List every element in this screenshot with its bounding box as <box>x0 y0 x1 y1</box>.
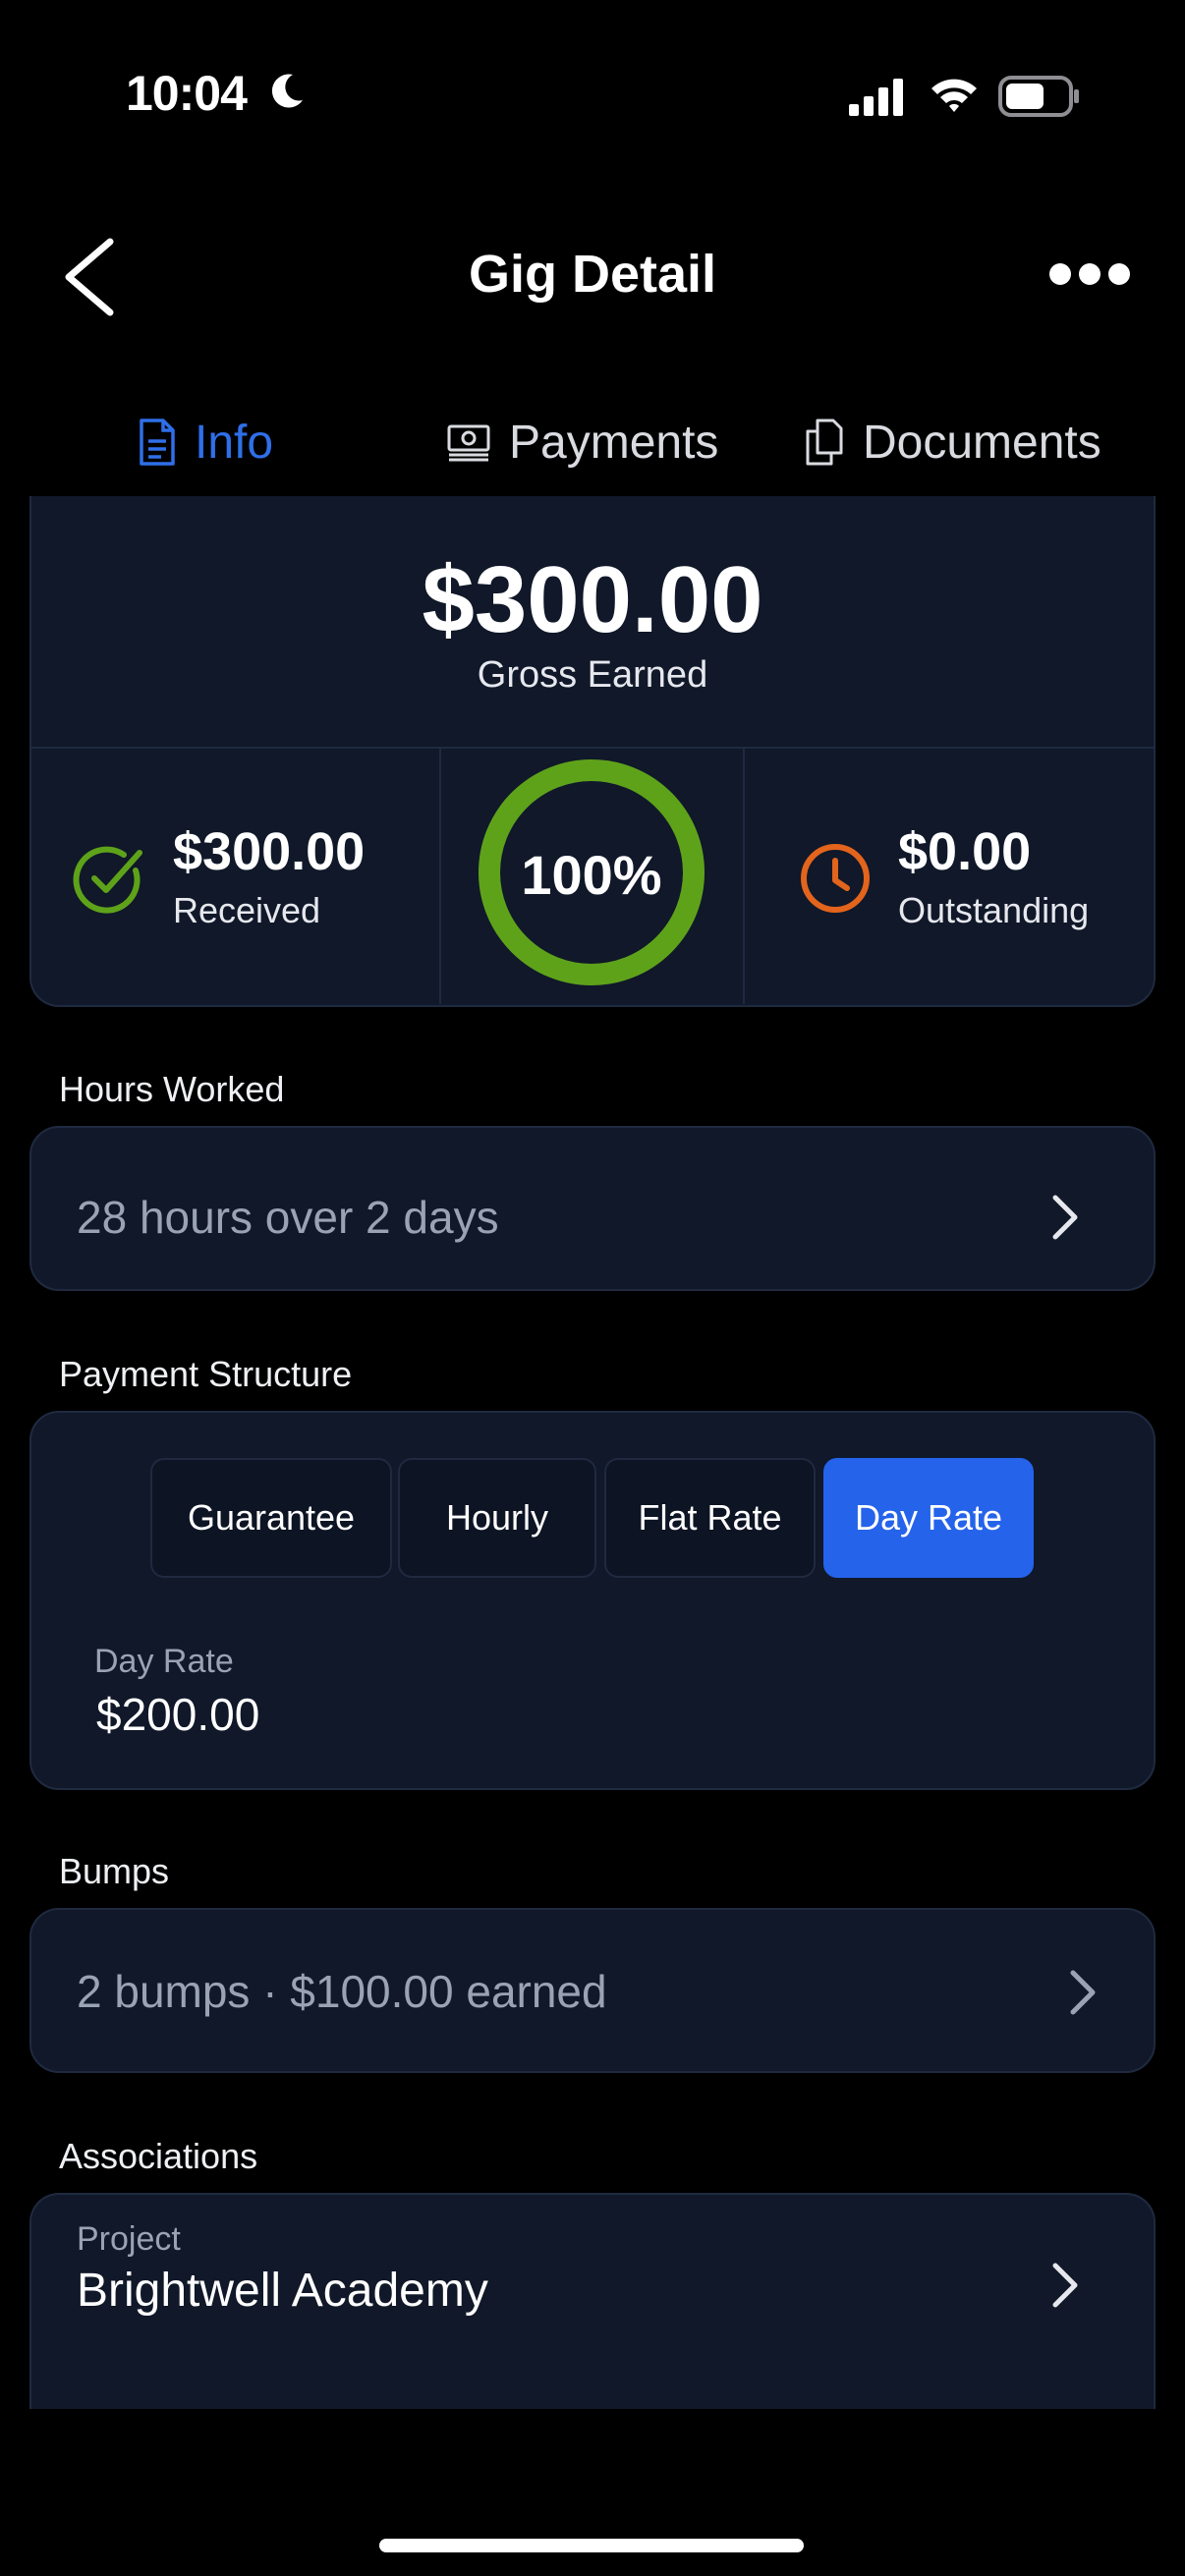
home-indicator[interactable] <box>379 2539 804 2552</box>
tab-payments-label: Payments <box>509 416 719 469</box>
gross-earned-label: Gross Earned <box>477 654 708 696</box>
cellular-signal-icon <box>849 79 903 116</box>
segment-hourly[interactable]: Hourly <box>398 1458 596 1578</box>
battery-icon <box>998 76 1079 117</box>
tab-documents[interactable]: Documents <box>804 403 1101 481</box>
hours-worked-heading: Hours Worked <box>59 1069 285 1109</box>
segment-flat-rate[interactable]: Flat Rate <box>604 1458 816 1578</box>
tab-documents-label: Documents <box>863 416 1101 469</box>
tab-info[interactable]: Info <box>138 403 273 481</box>
day-rate-label: Day Rate <box>94 1643 234 1680</box>
card-divider <box>743 749 745 1004</box>
payment-structure-heading: Payment Structure <box>59 1354 353 1394</box>
chevron-right-icon <box>1052 1195 1078 1240</box>
received-value: $300.00 <box>173 822 366 881</box>
card-divider <box>439 749 441 1004</box>
files-icon <box>806 419 843 466</box>
segment-guarantee[interactable]: Guarantee <box>150 1458 392 1578</box>
tab-payments[interactable]: Payments <box>446 403 718 481</box>
project-name: Brightwell Academy <box>77 2265 488 2317</box>
received-label: Received <box>173 890 321 930</box>
clock-icon <box>801 844 870 913</box>
bumps-summary: 2 bumps · $100.00 earned <box>77 1966 607 2017</box>
card-divider <box>31 747 1154 749</box>
check-circle-icon <box>73 846 142 914</box>
gross-earned-value: $300.00 <box>422 547 763 652</box>
tab-info-label: Info <box>195 416 274 469</box>
outstanding-label: Outstanding <box>898 890 1090 930</box>
bumps-heading: Bumps <box>59 1851 170 1891</box>
hours-worked-summary: 28 hours over 2 days <box>77 1192 499 1243</box>
progress-percent: 100% <box>521 844 662 906</box>
status-time: 10:04 <box>126 66 248 121</box>
chevron-right-icon <box>1052 2263 1078 2308</box>
moon-icon <box>271 74 303 108</box>
page-title: Gig Detail <box>468 245 717 304</box>
project-label: Project <box>77 2220 181 2258</box>
chevron-right-icon <box>1070 1970 1096 2015</box>
day-rate-input[interactable]: $200.00 <box>96 1688 259 1741</box>
associations-heading: Associations <box>59 2136 258 2176</box>
segment-day-rate[interactable]: Day Rate <box>823 1458 1034 1578</box>
cash-icon <box>447 424 490 462</box>
document-icon <box>140 419 175 466</box>
outstanding-value: $0.00 <box>898 822 1032 881</box>
wifi-icon <box>931 79 977 112</box>
more-options-icon[interactable] <box>1047 259 1132 289</box>
